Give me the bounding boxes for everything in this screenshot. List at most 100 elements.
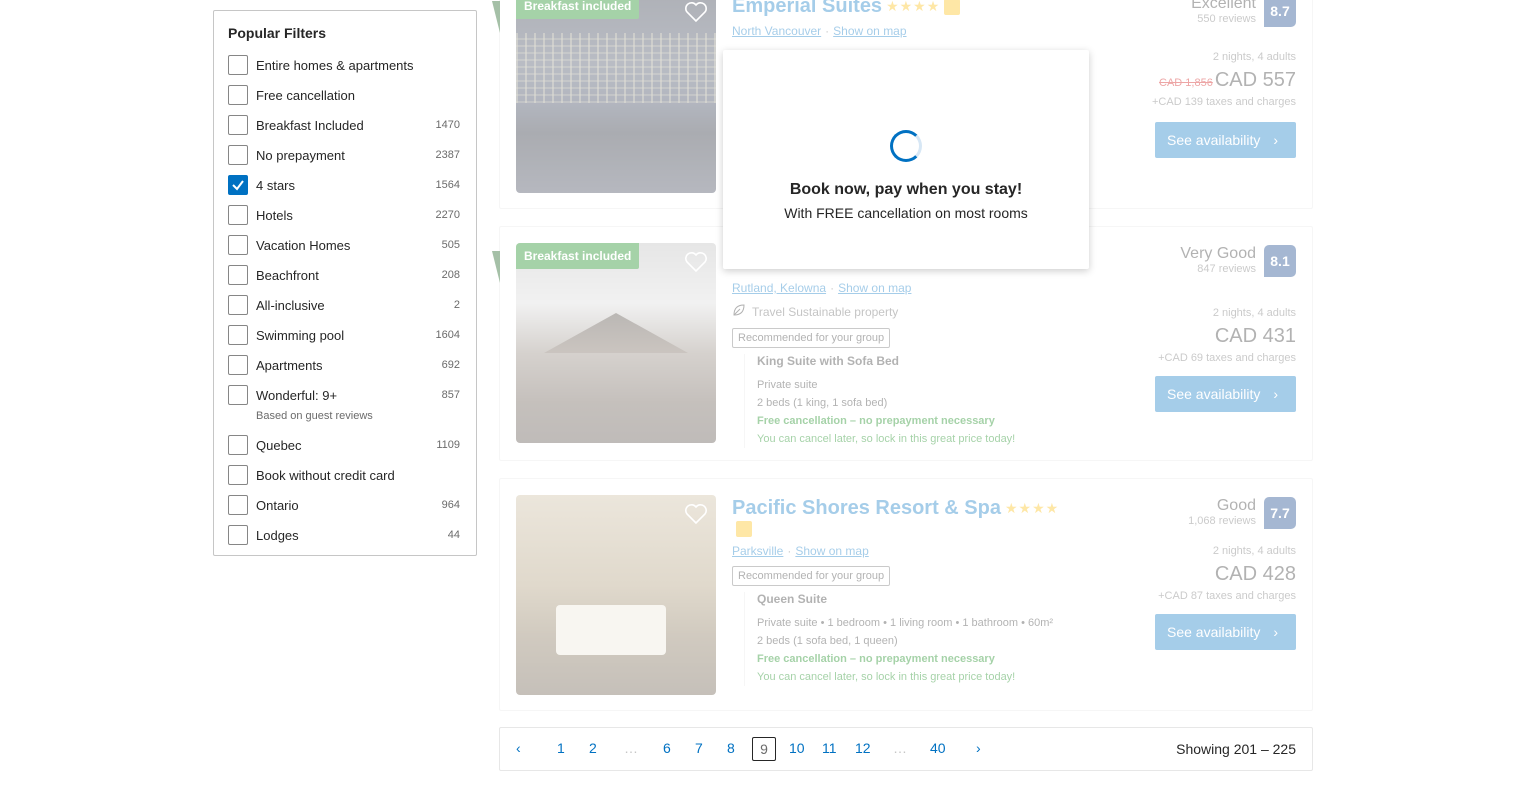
page-link[interactable]: 1 [557, 740, 565, 756]
page-link[interactable]: 12 [855, 740, 871, 756]
page-link[interactable]: 7 [695, 740, 703, 756]
page-link[interactable]: 2 [589, 740, 597, 756]
checkbox[interactable] [228, 465, 248, 485]
page-link[interactable]: 10 [789, 740, 805, 756]
review-summary[interactable]: Good 1,068 reviews 7.7 [1155, 497, 1296, 529]
filter-option[interactable]: Breakfast Included 1470 [228, 110, 460, 140]
heart-icon[interactable] [684, 1, 708, 28]
page-link[interactable]: 6 [663, 740, 671, 756]
location-link[interactable]: North Vancouver [732, 24, 821, 38]
review-score: 8.7 [1264, 0, 1296, 27]
breakfast-badge: Breakfast included [516, 243, 640, 269]
room-name: Queen Suite [757, 592, 828, 606]
checkbox[interactable] [228, 295, 248, 315]
heart-icon[interactable] [684, 251, 708, 278]
property-name[interactable]: Pacific Shores Resort & Spa [732, 497, 1001, 520]
room-type: Private suite [757, 379, 818, 391]
filter-option[interactable]: Free cancellation [228, 80, 460, 110]
checkbox[interactable] [228, 235, 248, 255]
bed-info: 2 beds (1 sofa bed, 1 queen) [757, 635, 898, 647]
checkbox[interactable] [228, 85, 248, 105]
taxes-note: +CAD 139 taxes and charges [1151, 96, 1296, 108]
review-word: Very Good [1180, 245, 1256, 262]
star-rating: ★★★★ [886, 0, 941, 14]
page-link[interactable]: 40 [930, 740, 946, 756]
filter-option[interactable]: Quebec 1109 [228, 430, 460, 460]
price-panel: Excellent 550 reviews 8.7 2 nights, 4 ad… [1152, 0, 1296, 158]
filter-option[interactable]: Apartments 692 [228, 350, 460, 380]
filter-option[interactable]: 4 stars 1564 [228, 170, 460, 200]
checkbox[interactable] [228, 325, 248, 345]
checkbox[interactable] [228, 355, 248, 375]
filter-count: 505 [441, 239, 460, 251]
filter-label: Free cancellation [256, 87, 355, 103]
filter-option[interactable]: Lodges 44 [228, 520, 460, 550]
checkbox[interactable] [228, 115, 248, 135]
property-photo[interactable]: Breakfast included [516, 243, 716, 443]
filter-option[interactable]: Beachfront 208 [228, 260, 460, 290]
filter-count: 1564 [435, 179, 460, 191]
filter-option[interactable]: Hotels 2270 [228, 200, 460, 230]
location-link[interactable]: Parksville [732, 544, 783, 558]
leaf-icon [732, 303, 746, 320]
page-ellipsis: … [893, 740, 907, 756]
popular-filters-panel: Popular Filters Entire homes & apartment… [213, 10, 477, 556]
property-info: Emperial Suites ★★★★ North Vancouver · Show… [732, 0, 1072, 38]
checkbox[interactable] [228, 205, 248, 225]
filter-label: 4 stars [256, 177, 296, 193]
loading-modal: Book now, pay when you stay! With FREE c… [723, 50, 1089, 269]
page-link[interactable]: 11 [822, 740, 837, 756]
pagination: ‹ 1 2 … 6 7 8 9 10 11 12 … 40 › Showing … [499, 727, 1313, 771]
filter-note: Based on guest reviews [228, 406, 460, 426]
review-summary[interactable]: Excellent 550 reviews 8.7 [1152, 0, 1296, 27]
price: CAD 431 [1214, 325, 1296, 347]
current-page: 9 [752, 737, 776, 761]
price: CAD 557 [1214, 69, 1296, 91]
review-word: Good [1216, 497, 1256, 514]
show-on-map-link[interactable]: Show on map [838, 281, 911, 295]
thumbs-up-icon [736, 520, 752, 537]
filter-option[interactable]: Vacation Homes 505 [228, 230, 460, 260]
checkbox-checked[interactable] [228, 175, 248, 195]
property-info: Rutland, Kelowna · Show on map Travel Sust… [732, 277, 1072, 448]
filter-option[interactable]: Swimming pool 1604 [228, 320, 460, 350]
filter-count: 2 [453, 299, 460, 311]
filter-count: 1109 [436, 439, 460, 451]
filter-count: 1470 [435, 119, 460, 131]
review-summary[interactable]: Very Good 847 reviews 8.1 [1155, 245, 1296, 277]
cancellation-note: You can cancel later, so lock in this gr… [757, 433, 1016, 445]
see-availability-button[interactable]: See availability › [1155, 376, 1296, 412]
filter-option[interactable]: Ontario 964 [228, 490, 460, 520]
heart-icon[interactable] [684, 503, 708, 530]
filter-option[interactable]: Entire homes & apartments [228, 50, 460, 80]
next-page-chevron-icon[interactable]: › [976, 740, 981, 756]
location-link[interactable]: Rutland, Kelowna [732, 281, 826, 295]
property-name[interactable]: Emperial Suites [732, 0, 882, 18]
property-photo[interactable] [516, 495, 716, 695]
checkbox[interactable] [228, 265, 248, 285]
review-count: 1,068 reviews [1188, 515, 1256, 527]
show-on-map-link[interactable]: Show on map [833, 24, 906, 38]
see-availability-button[interactable]: See availability › [1155, 122, 1296, 158]
show-on-map-link[interactable]: Show on map [795, 544, 868, 558]
page-link[interactable]: 8 [727, 740, 735, 756]
filter-count: 2270 [435, 209, 460, 221]
filter-count: 44 [447, 529, 460, 541]
checkbox[interactable] [228, 525, 248, 545]
filter-count: 857 [441, 389, 460, 401]
checkbox[interactable] [228, 495, 248, 515]
checkbox[interactable] [228, 145, 248, 165]
checkbox[interactable] [228, 435, 248, 455]
property-card-pacific-shores[interactable]: Pacific Shores Resort & Spa ★★★★ Parksvil… [499, 478, 1313, 711]
checkbox[interactable] [228, 385, 248, 405]
taxes-note: +CAD 87 taxes and charges [1158, 590, 1296, 602]
filter-option[interactable]: All-inclusive 2 [228, 290, 460, 320]
prev-page-chevron-icon[interactable]: ‹ [516, 740, 521, 756]
filter-option[interactable]: No prepayment 2387 [228, 140, 460, 170]
see-availability-button[interactable]: See availability › [1155, 614, 1296, 650]
checkbox[interactable] [228, 55, 248, 75]
filter-option[interactable]: Book without credit card [228, 460, 460, 490]
property-photo[interactable]: Breakfast included [516, 0, 716, 193]
badge-ribbon [492, 1, 500, 33]
sustainable-label: Travel Sustainable property [732, 303, 1072, 320]
